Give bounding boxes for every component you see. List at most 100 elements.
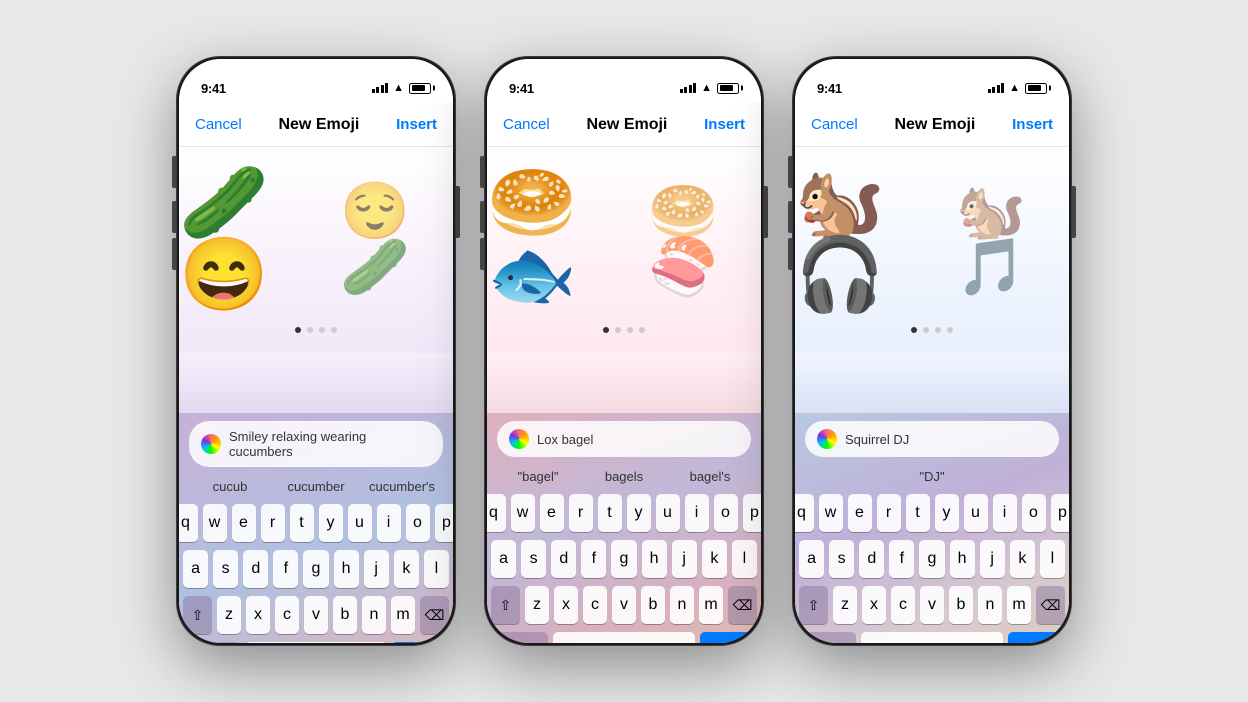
key-n3[interactable]: n <box>978 586 1002 624</box>
key-x[interactable]: x <box>246 596 270 634</box>
key-k2[interactable]: k <box>702 540 727 578</box>
key-c2[interactable]: c <box>583 586 607 624</box>
key-c[interactable]: c <box>275 596 299 634</box>
key-z[interactable]: z <box>217 596 241 634</box>
key-l3[interactable]: l <box>1040 540 1065 578</box>
key-s3[interactable]: s <box>829 540 854 578</box>
key-g[interactable]: g <box>303 550 328 588</box>
key-d2[interactable]: d <box>551 540 576 578</box>
key-a3[interactable]: a <box>799 540 824 578</box>
suggestion-2b[interactable]: bagels <box>581 465 667 488</box>
suggestion-1b[interactable]: cucumber <box>273 475 359 498</box>
key-p2[interactable]: p <box>743 494 762 532</box>
insert-button-3[interactable]: Insert <box>1012 116 1053 133</box>
key-e[interactable]: e <box>232 504 256 542</box>
key-o3[interactable]: o <box>1022 494 1046 532</box>
key-m2[interactable]: m <box>699 586 723 624</box>
key-h2[interactable]: h <box>642 540 667 578</box>
numbers-key-2[interactable]: 123 <box>491 632 548 643</box>
key-a[interactable]: a <box>183 550 208 588</box>
key-s[interactable]: s <box>213 550 238 588</box>
shift-key[interactable]: ⇧ <box>183 596 212 634</box>
key-v3[interactable]: v <box>920 586 944 624</box>
suggestion-2c[interactable]: bagel's <box>667 465 753 488</box>
key-t[interactable]: t <box>290 504 314 542</box>
suggestion-2a[interactable]: "bagel" <box>495 465 581 488</box>
suggestion-3a[interactable]: "DJ" <box>803 465 1061 488</box>
key-m3[interactable]: m <box>1007 586 1031 624</box>
numbers-key[interactable]: 123 <box>183 642 240 643</box>
key-q3[interactable]: q <box>795 494 814 532</box>
key-z3[interactable]: z <box>833 586 857 624</box>
key-n2[interactable]: n <box>670 586 694 624</box>
key-g3[interactable]: g <box>919 540 944 578</box>
key-f3[interactable]: f <box>889 540 914 578</box>
key-w3[interactable]: w <box>819 494 843 532</box>
cancel-button-2[interactable]: Cancel <box>503 116 550 133</box>
key-w2[interactable]: w <box>511 494 535 532</box>
key-b[interactable]: b <box>333 596 357 634</box>
key-y2[interactable]: y <box>627 494 651 532</box>
key-u[interactable]: u <box>348 504 372 542</box>
space-key-2[interactable]: space <box>553 632 695 643</box>
key-o[interactable]: o <box>406 504 430 542</box>
space-key[interactable]: space <box>245 642 387 643</box>
key-b3[interactable]: b <box>949 586 973 624</box>
key-x3[interactable]: x <box>862 586 886 624</box>
key-p3[interactable]: p <box>1051 494 1070 532</box>
key-n[interactable]: n <box>362 596 386 634</box>
shift-key-2[interactable]: ⇧ <box>491 586 520 624</box>
key-w[interactable]: w <box>203 504 227 542</box>
key-r2[interactable]: r <box>569 494 593 532</box>
key-t2[interactable]: t <box>598 494 622 532</box>
key-t3[interactable]: t <box>906 494 930 532</box>
numbers-key-3[interactable]: 123 <box>799 632 856 643</box>
key-k[interactable]: k <box>394 550 419 588</box>
key-e3[interactable]: e <box>848 494 872 532</box>
emoji-alt-3[interactable]: 🐿️🎵 <box>956 183 1069 295</box>
done-key-2[interactable]: done <box>700 632 757 643</box>
prompt-text-3[interactable]: Squirrel DJ <box>845 432 909 447</box>
prompt-text-1[interactable]: Smiley relaxing wearing cucumbers <box>229 429 431 459</box>
key-v2[interactable]: v <box>612 586 636 624</box>
suggestion-1c[interactable]: cucumber's <box>359 475 445 498</box>
key-v[interactable]: v <box>304 596 328 634</box>
shift-key-3[interactable]: ⇧ <box>799 586 828 624</box>
key-a2[interactable]: a <box>491 540 516 578</box>
key-j[interactable]: j <box>364 550 389 588</box>
emoji-main-1[interactable]: 🥒😄 <box>179 167 324 311</box>
space-key-3[interactable]: space <box>861 632 1003 643</box>
key-h3[interactable]: h <box>950 540 975 578</box>
prompt-text-2[interactable]: Lox bagel <box>537 432 593 447</box>
key-i2[interactable]: i <box>685 494 709 532</box>
insert-button-1[interactable]: Insert <box>396 116 437 133</box>
key-s2[interactable]: s <box>521 540 546 578</box>
key-h[interactable]: h <box>334 550 359 588</box>
key-m[interactable]: m <box>391 596 415 634</box>
key-q[interactable]: q <box>179 504 198 542</box>
key-b2[interactable]: b <box>641 586 665 624</box>
key-y3[interactable]: y <box>935 494 959 532</box>
key-y[interactable]: y <box>319 504 343 542</box>
key-o2[interactable]: o <box>714 494 738 532</box>
cancel-button-3[interactable]: Cancel <box>811 116 858 133</box>
key-d[interactable]: d <box>243 550 268 588</box>
key-f2[interactable]: f <box>581 540 606 578</box>
cancel-button-1[interactable]: Cancel <box>195 116 242 133</box>
done-key[interactable]: done <box>392 642 449 643</box>
emoji-main-3[interactable]: 🐿️🎧 <box>795 167 940 311</box>
key-p[interactable]: p <box>435 504 454 542</box>
key-j3[interactable]: j <box>980 540 1005 578</box>
key-c3[interactable]: c <box>891 586 915 624</box>
backspace-key[interactable]: ⌫ <box>420 596 449 634</box>
emoji-alt-1[interactable]: 😌🥒 <box>340 183 453 295</box>
key-l[interactable]: l <box>424 550 449 588</box>
key-q2[interactable]: q <box>487 494 506 532</box>
key-d3[interactable]: d <box>859 540 884 578</box>
suggestion-1a[interactable]: cucub <box>187 475 273 498</box>
done-key-3[interactable]: done <box>1008 632 1065 643</box>
insert-button-2[interactable]: Insert <box>704 116 745 133</box>
key-z2[interactable]: z <box>525 586 549 624</box>
key-r[interactable]: r <box>261 504 285 542</box>
backspace-key-2[interactable]: ⌫ <box>728 586 757 624</box>
